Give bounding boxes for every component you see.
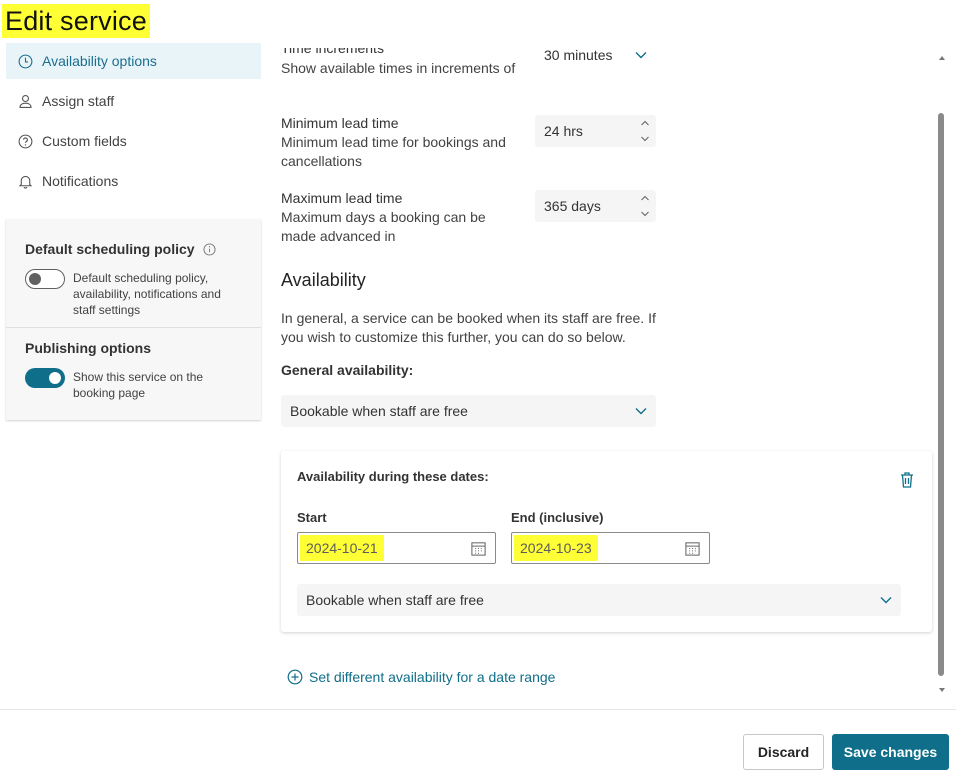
scroll-up-icon[interactable] xyxy=(939,56,945,60)
date-range-availability-value: Bookable when staff are free xyxy=(306,592,484,608)
policy-divider xyxy=(6,327,261,328)
scrollbar-thumb[interactable] xyxy=(938,113,944,676)
clock-icon xyxy=(16,52,34,70)
add-circle-icon xyxy=(287,669,303,685)
end-date-input[interactable]: 2024-10-23 xyxy=(511,532,710,564)
trash-icon[interactable] xyxy=(898,470,916,490)
availability-description: In general, a service can be booked when… xyxy=(281,310,656,345)
date-card-heading: Availability during these dates: xyxy=(297,469,489,484)
nav-item-assign-staff[interactable]: Assign staff xyxy=(6,83,261,119)
chevron-down-icon[interactable] xyxy=(640,135,650,143)
toggle-knob xyxy=(49,372,61,384)
calendar-icon[interactable] xyxy=(684,540,701,557)
bell-icon xyxy=(16,172,34,190)
calendar-icon[interactable] xyxy=(470,540,487,557)
default-policy-section: Default scheduling policy xyxy=(6,241,261,257)
chevron-up-icon[interactable] xyxy=(640,194,650,202)
person-icon xyxy=(16,92,34,110)
publishing-section: Publishing options xyxy=(6,340,261,356)
default-policy-heading: Default scheduling policy xyxy=(25,241,261,257)
time-increments-label: Time increments xyxy=(281,48,384,56)
stepper-arrows xyxy=(640,194,650,218)
publishing-toggle-text: Show this service on the booking page xyxy=(73,370,204,400)
start-date-input[interactable]: 2024-10-21 xyxy=(297,532,496,564)
default-policy-heading-text: Default scheduling policy xyxy=(25,241,195,257)
chevron-down-icon xyxy=(880,597,892,604)
general-availability-select[interactable]: Bookable when staff are free xyxy=(281,395,656,427)
time-increments-label-clip: Time increments xyxy=(281,48,541,58)
min-lead-desc: Minimum lead time for bookings and cance… xyxy=(281,134,506,169)
time-increments-value: 30 minutes xyxy=(544,47,613,63)
toggle-knob xyxy=(29,273,41,285)
end-date-value: 2024-10-23 xyxy=(520,540,592,556)
chevron-up-icon[interactable] xyxy=(640,119,650,127)
general-availability-label: General availability: xyxy=(281,362,414,378)
start-label: Start xyxy=(297,510,327,525)
default-policy-toggle-text: Default scheduling policy, availability,… xyxy=(73,271,221,317)
save-changes-button[interactable]: Save changes xyxy=(832,734,949,770)
min-lead-stepper[interactable]: 24 hrs xyxy=(535,115,656,147)
add-date-range-label: Set different availability for a date ra… xyxy=(309,669,556,685)
publishing-toggle[interactable] xyxy=(25,368,65,388)
discard-button[interactable]: Discard xyxy=(743,734,824,770)
chevron-down-icon[interactable] xyxy=(640,210,650,218)
nav-label: Assign staff xyxy=(42,93,115,109)
nav-label: Custom fields xyxy=(42,133,127,149)
date-range-availability-select[interactable]: Bookable when staff are free xyxy=(297,584,901,616)
footer-divider xyxy=(0,709,956,710)
max-lead-label: Maximum lead time xyxy=(281,190,403,206)
nav-item-notifications[interactable]: Notifications xyxy=(6,163,261,199)
time-increments-desc: Show available times in increments of xyxy=(281,60,516,76)
nav-label: Availability options xyxy=(42,53,157,69)
nav-item-availability-options[interactable]: Availability options xyxy=(6,43,261,79)
nav-label: Notifications xyxy=(42,173,119,189)
publishing-heading: Publishing options xyxy=(25,340,151,356)
scroll-down-icon[interactable] xyxy=(939,688,945,692)
question-icon xyxy=(16,132,34,150)
time-increments-dropdown[interactable]: 30 minutes xyxy=(535,40,656,70)
max-lead-value: 365 days xyxy=(544,198,601,214)
max-lead-stepper[interactable]: 365 days xyxy=(535,190,656,222)
availability-title: Availability xyxy=(281,270,366,290)
general-availability-value: Bookable when staff are free xyxy=(290,403,468,419)
nav-item-custom-fields[interactable]: Custom fields xyxy=(6,123,261,159)
page-title: Edit service xyxy=(2,4,150,38)
chevron-down-icon xyxy=(635,52,647,59)
add-date-range-link[interactable]: Set different availability for a date ra… xyxy=(287,669,555,685)
end-label: End (inclusive) xyxy=(511,510,604,525)
max-lead-desc: Maximum days a booking can be made advan… xyxy=(281,209,486,244)
min-lead-value: 24 hrs xyxy=(544,123,583,139)
policy-card: Default scheduling policy Default schedu… xyxy=(6,219,261,420)
stepper-arrows xyxy=(640,119,650,143)
default-policy-toggle[interactable] xyxy=(25,269,65,289)
min-lead-label: Minimum lead time xyxy=(281,115,399,131)
start-date-value: 2024-10-21 xyxy=(306,540,378,556)
info-icon[interactable] xyxy=(203,242,216,256)
chevron-down-icon xyxy=(635,408,647,415)
